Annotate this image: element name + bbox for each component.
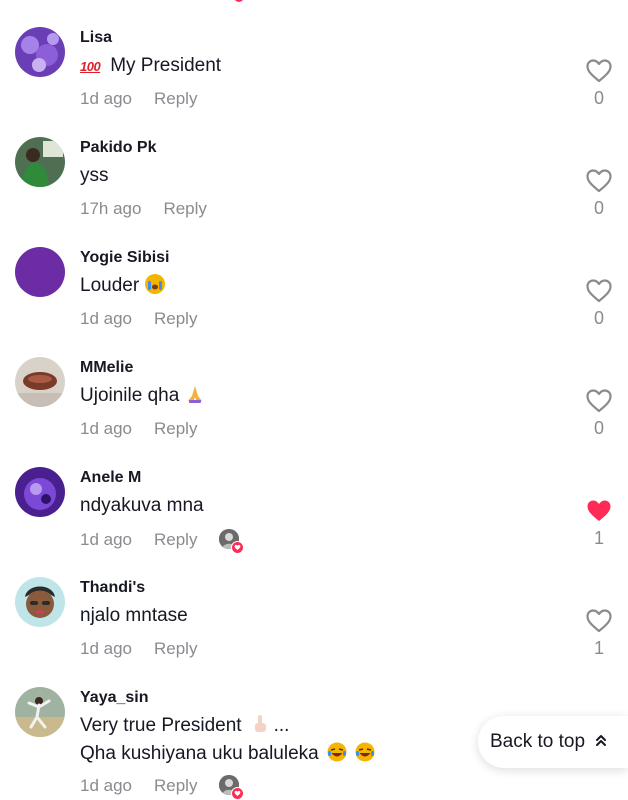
emoji-praying-hands-icon [185, 384, 205, 404]
comment-item: Lisa 100 My President 1d ago Reply 0 [0, 27, 628, 137]
username[interactable]: Thandi's [80, 579, 145, 597]
heart-outline-icon [586, 279, 612, 303]
comment-text: yss [80, 165, 109, 186]
emoji-laughing-icon [355, 742, 375, 762]
chevron-up-double-icon [595, 731, 607, 753]
emoji-100-icon: 100 [80, 59, 101, 74]
timestamp: 1d ago [80, 309, 132, 328]
timestamp: 17h ago [80, 199, 142, 218]
comment-text: 100 My President [80, 52, 221, 81]
reply-button[interactable]: Reply [154, 639, 197, 659]
like-count: 1 [593, 638, 604, 658]
emoji-laughing-icon [327, 742, 347, 762]
like-count: 0 [593, 88, 604, 108]
heart-outline-icon [586, 59, 612, 83]
emoji-crying-icon [145, 274, 166, 294]
comment-text: Very true President ... Qha kushiyana uk… [80, 712, 375, 768]
back-to-top-label: Back to top [490, 731, 586, 752]
comment-item: MMelie Ujoinile qha 1d ago Reply 0 [0, 357, 628, 467]
username[interactable]: Pakido Pk [80, 139, 156, 157]
avatar[interactable] [15, 27, 65, 77]
like-button[interactable] [585, 278, 613, 304]
top-partial-like-indicator [234, 0, 244, 2]
reply-button[interactable]: Reply [163, 199, 206, 219]
comment-meta: 1d ago Reply [80, 639, 197, 659]
avatar[interactable] [15, 137, 65, 187]
username[interactable]: Yaya_sin [80, 689, 149, 707]
comment-meta: 1d ago Reply [80, 309, 197, 329]
comment-text: njalo mntase [80, 605, 188, 626]
comment-item: Anele M ndyakuva mna 1d ago Reply 1 [0, 467, 628, 577]
username[interactable]: Yogie Sibisi [80, 249, 170, 267]
like-count: 0 [593, 418, 604, 438]
comment-text: ndyakuva mna [80, 495, 204, 516]
like-count: 0 [593, 308, 604, 328]
timestamp: 1d ago [80, 89, 132, 108]
emoji-index-up-icon [250, 714, 270, 734]
avatar[interactable] [15, 467, 65, 517]
heart-outline-icon [586, 609, 612, 633]
timestamp: 1d ago [80, 776, 132, 795]
comment-meta: 17h ago Reply [80, 199, 207, 219]
reply-button[interactable]: Reply [154, 309, 197, 329]
back-to-top-button[interactable]: Back to top [478, 716, 628, 768]
comment-meta: 1d ago Reply [80, 419, 197, 439]
avatar[interactable] [15, 247, 65, 297]
like-button[interactable] [585, 498, 613, 524]
avatar[interactable] [15, 357, 65, 407]
comment-meta: 1d ago Reply [80, 775, 245, 800]
like-count: 1 [593, 528, 604, 548]
comment-text: Louder [80, 272, 166, 300]
heart-outline-icon [586, 389, 612, 413]
comment-meta: 1d ago Reply [80, 529, 245, 554]
reply-button[interactable]: Reply [154, 776, 197, 796]
timestamp: 1d ago [80, 530, 132, 549]
heart-outline-icon [586, 169, 612, 193]
comment-item: Thandi's njalo mntase 1d ago Reply 1 [0, 577, 628, 687]
like-button[interactable] [585, 608, 613, 634]
like-button[interactable] [585, 388, 613, 414]
heart-filled-icon [231, 541, 245, 554]
username[interactable]: Lisa [80, 29, 112, 47]
reply-button[interactable]: Reply [154, 89, 197, 109]
heart-filled-icon [587, 500, 611, 521]
avatar[interactable] [15, 577, 65, 627]
reply-button[interactable]: Reply [154, 419, 197, 439]
comment-item: Yogie Sibisi Louder 1d ago Reply 0 [0, 247, 628, 357]
comment-text: Ujoinile qha [80, 382, 205, 410]
creator-liked-badge [219, 529, 245, 554]
timestamp: 1d ago [80, 639, 132, 658]
comment-meta: 1d ago Reply [80, 89, 197, 109]
like-button[interactable] [585, 168, 613, 194]
reply-button[interactable]: Reply [154, 530, 197, 550]
creator-liked-badge [219, 775, 245, 800]
avatar[interactable] [15, 687, 65, 737]
heart-filled-icon [231, 787, 245, 800]
like-button[interactable] [585, 58, 613, 84]
username[interactable]: MMelie [80, 359, 133, 377]
timestamp: 1d ago [80, 419, 132, 438]
username[interactable]: Anele M [80, 469, 141, 487]
comment-item: Pakido Pk yss 17h ago Reply 0 [0, 137, 628, 247]
like-count: 0 [593, 198, 604, 218]
